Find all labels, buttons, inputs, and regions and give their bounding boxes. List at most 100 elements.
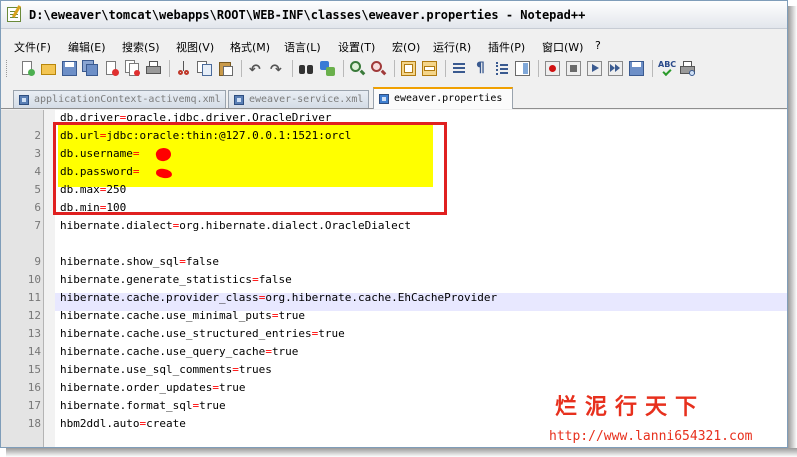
code-line[interactable]: hibernate.show_sql=false: [60, 255, 219, 269]
equals-operator: =: [232, 363, 239, 376]
menu-run[interactable]: 运行(R): [433, 39, 471, 55]
window-shadow: [6, 448, 797, 457]
code-line[interactable]: hibernate.generate_statistics=false: [60, 273, 292, 287]
menu-search[interactable]: 搜索(S): [122, 39, 160, 55]
toolbar-separator: [241, 60, 242, 77]
code-line[interactable]: hibernate.cache.use_minimal_puts=true: [60, 309, 305, 323]
tab-label: eweaver-service.xml: [249, 94, 364, 105]
paste-icon[interactable]: [217, 60, 234, 77]
line-number: 2: [34, 129, 41, 142]
file-saved-icon: [19, 95, 29, 105]
watermark-url: http://www.lanni654321.com: [549, 429, 753, 444]
window-title: D:\eweaver\tomcat\webapps\ROOT\WEB-INF\c…: [29, 8, 586, 22]
menu-macro[interactable]: 宏(O): [392, 39, 420, 55]
undo-icon[interactable]: ↶: [247, 60, 264, 77]
line-number: 6: [34, 201, 41, 214]
close-icon[interactable]: [103, 60, 120, 77]
code-line[interactable]: hibernate.cache.use_structured_entries=t…: [60, 327, 345, 341]
redo-icon[interactable]: ↷: [268, 60, 285, 77]
open-file-icon[interactable]: [40, 60, 57, 77]
line-number: 10: [27, 273, 41, 286]
code-line[interactable]: hibernate.dialect=org.hibernate.dialect.…: [60, 219, 411, 233]
tab-bar: applicationContext-activemq.xml eweaver-…: [1, 87, 787, 109]
indent-guide-icon[interactable]: [493, 60, 510, 77]
tab-label: eweaver.properties: [394, 93, 503, 104]
close-all-icon[interactable]: [124, 60, 141, 77]
menu-help[interactable]: ?: [595, 39, 601, 52]
save-macro-icon[interactable]: [628, 60, 645, 77]
code-line[interactable]: hibernate.cache.use_query_cache=true: [60, 345, 298, 359]
save-all-icon[interactable]: [82, 60, 99, 77]
code-line[interactable]: hbm2ddl.auto=create: [60, 417, 186, 431]
equals-operator: =: [212, 381, 219, 394]
menu-bar: 文件(F) 编辑(E) 搜索(S) 视图(V) 格式(M) 语言(L) 设置(T…: [1, 38, 787, 56]
watermark-chinese-text: 烂泥行天下: [555, 394, 706, 420]
document-map-icon[interactable]: [514, 60, 531, 77]
property-key: hibernate.dialect: [60, 219, 173, 232]
line-number: 17: [27, 399, 41, 412]
play-macro-icon[interactable]: [586, 60, 603, 77]
toolbar-grip[interactable]: [6, 60, 9, 77]
property-key: hbm2ddl.auto: [60, 417, 140, 430]
property-value: true: [218, 381, 246, 394]
code-line[interactable]: hibernate.format_sql=true: [60, 399, 226, 413]
new-file-icon[interactable]: [19, 60, 36, 77]
save-icon[interactable]: [61, 60, 78, 77]
print-icon[interactable]: [145, 60, 162, 77]
find-icon[interactable]: [298, 60, 315, 77]
code-line[interactable]: hibernate.use_sql_comments=trues: [60, 363, 272, 377]
line-number: 5: [34, 183, 41, 196]
code-line[interactable]: hibernate.order_updates=true: [60, 381, 245, 395]
tab-applicationcontext-activemq[interactable]: applicationContext-activemq.xml: [13, 90, 226, 108]
sync-horizontal-icon[interactable]: [421, 60, 438, 77]
menu-language[interactable]: 语言(L): [284, 39, 321, 55]
property-value: create: [146, 417, 186, 430]
show-all-chars-icon[interactable]: ¶: [472, 60, 489, 77]
menu-edit[interactable]: 编辑(E): [68, 39, 106, 55]
property-value: trues: [238, 363, 272, 376]
tab-label: applicationContext-activemq.xml: [34, 94, 221, 105]
property-value: true: [318, 327, 345, 340]
word-wrap-icon[interactable]: [451, 60, 468, 77]
property-key: hibernate.cache.use_query_cache: [60, 345, 266, 358]
menu-view[interactable]: 视图(V): [176, 39, 214, 55]
tab-eweaver-properties[interactable]: eweaver.properties: [373, 87, 513, 109]
file-saved-icon: [234, 95, 244, 105]
menu-settings[interactable]: 设置(T): [338, 39, 375, 55]
code-editor[interactable]: db.driver=oracle.jdbc.driver.OracleDrive…: [1, 110, 787, 447]
equals-operator: =: [265, 345, 272, 358]
property-key: hibernate.order_updates: [60, 381, 213, 394]
notepad-app-icon[interactable]: [7, 7, 21, 22]
property-key: hibernate.cache.provider_class: [60, 291, 259, 304]
replace-icon[interactable]: [319, 60, 336, 77]
equals-operator: =: [179, 255, 186, 268]
toolbar-separator: [292, 60, 293, 77]
stop-macro-icon[interactable]: [565, 60, 582, 77]
property-key: hibernate.show_sql: [60, 255, 180, 268]
menu-window[interactable]: 窗口(W): [542, 39, 583, 55]
property-key: hibernate.cache.use_structured_entries: [60, 327, 312, 340]
run-macro-multiple-icon[interactable]: [607, 60, 624, 77]
property-key: hibernate.use_sql_comments: [60, 363, 233, 376]
zoom-out-icon[interactable]: [370, 60, 387, 77]
watermark-chinese: 烂泥行天下: [555, 389, 705, 421]
line-number: 12: [27, 309, 41, 322]
menu-file[interactable]: 文件(F): [14, 39, 51, 55]
line-number: 4: [34, 165, 41, 178]
tab-eweaver-service[interactable]: eweaver-service.xml: [228, 90, 369, 108]
line-number: 9: [34, 255, 41, 268]
zoom-in-icon[interactable]: [349, 60, 366, 77]
line-number: 11: [27, 291, 41, 304]
menu-format[interactable]: 格式(M): [230, 39, 270, 55]
menu-plugins[interactable]: 插件(P): [488, 39, 525, 55]
copy-icon[interactable]: [196, 60, 213, 77]
title-bar[interactable]: D:\eweaver\tomcat\webapps\ROOT\WEB-INF\c…: [1, 1, 787, 29]
spell-check-icon[interactable]: ABC: [658, 60, 676, 77]
toolbar-separator: [343, 60, 344, 77]
cut-icon[interactable]: [175, 60, 192, 77]
print-preview-icon[interactable]: [679, 60, 696, 77]
code-line[interactable]: hibernate.cache.provider_class=org.hiber…: [60, 291, 497, 305]
window-shadow: [788, 6, 797, 454]
sync-vertical-icon[interactable]: [400, 60, 417, 77]
record-macro-icon[interactable]: [544, 60, 561, 77]
